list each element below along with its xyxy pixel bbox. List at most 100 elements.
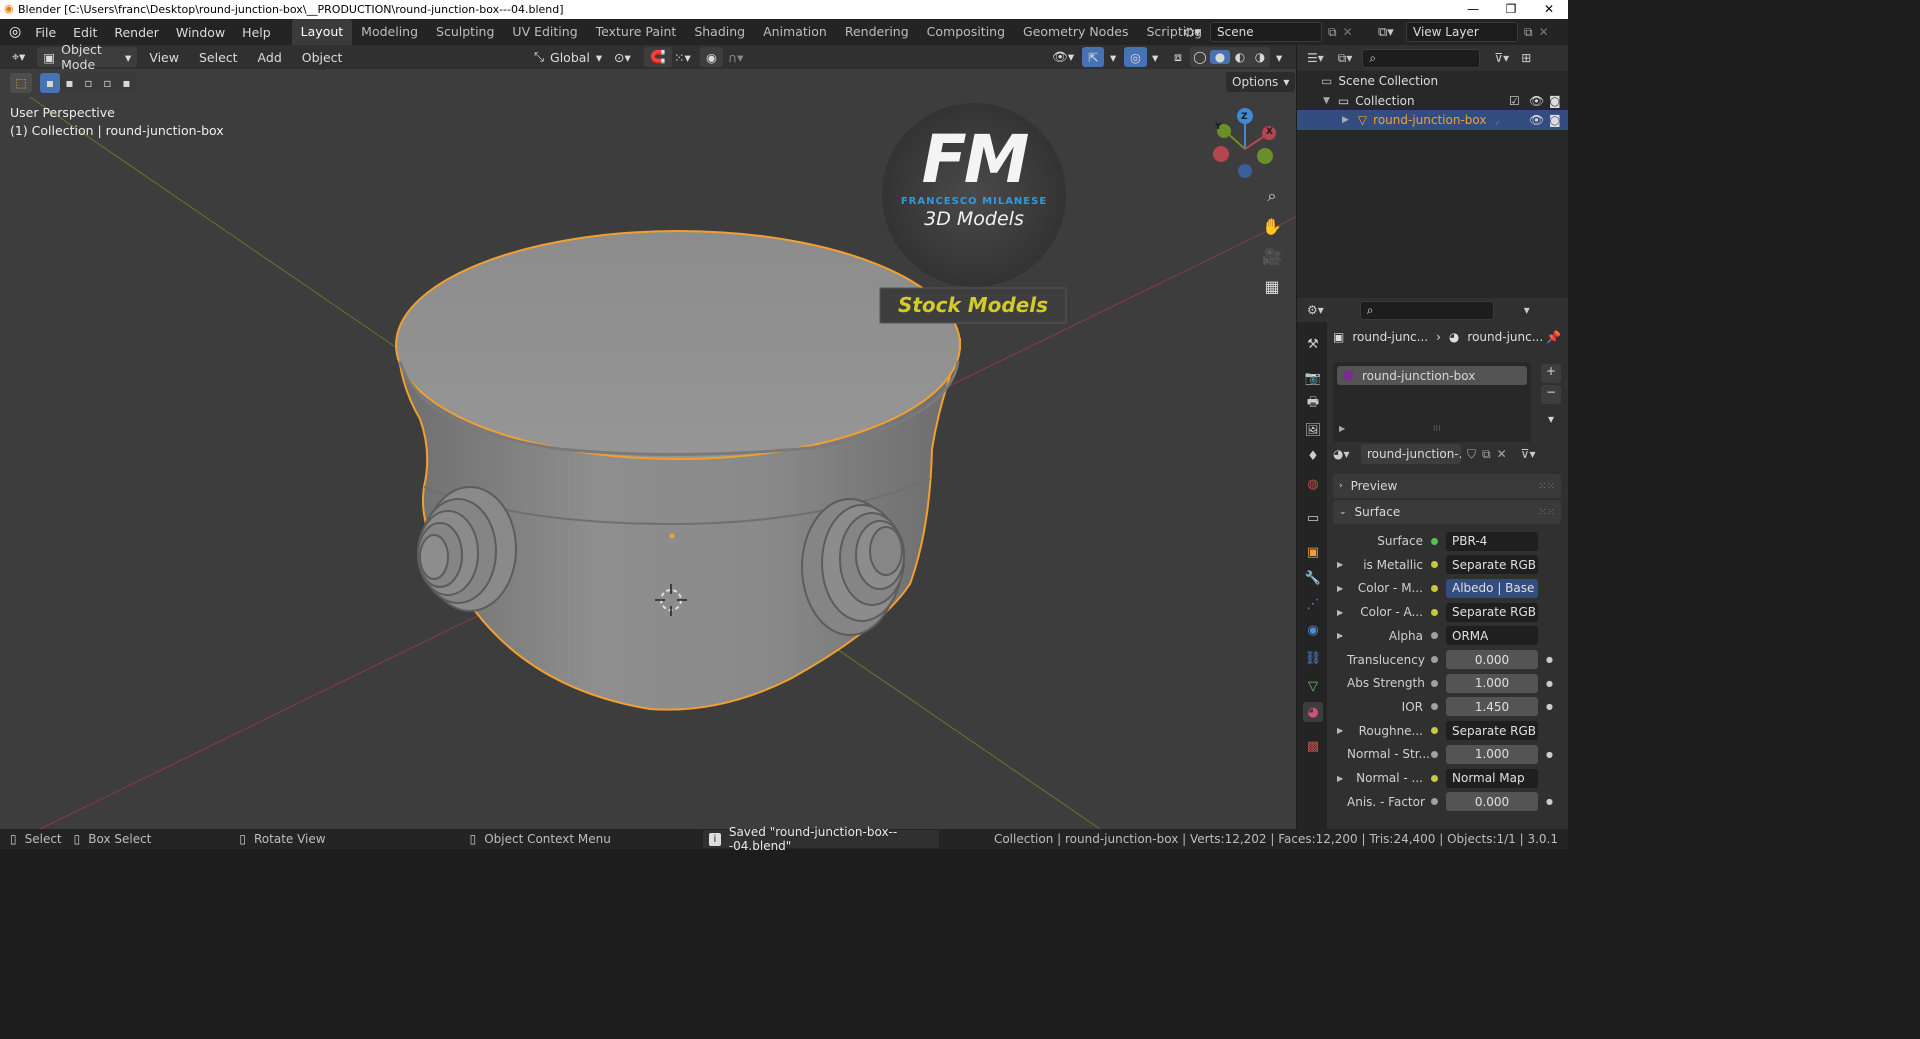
3d-viewport[interactable]: User Perspective (1) Collection | round-…	[0, 69, 1296, 829]
socket-dot-icon[interactable]	[1431, 774, 1438, 782]
visibility-button[interactable]: 👁▾	[1046, 47, 1080, 67]
overlay-dropdown[interactable]: ▾	[1146, 47, 1164, 67]
surface-panel-header[interactable]: ⌄ Surface ⁙⁙	[1333, 500, 1561, 524]
expand-input-icon[interactable]: ▶	[1337, 584, 1347, 593]
extend-selection-icon[interactable]: ▪	[60, 73, 79, 93]
drag-handle-icon[interactable]: ⁙⁙	[1538, 481, 1555, 492]
keyframe-dot-icon[interactable]: ●	[1546, 679, 1553, 688]
tab-uv-editing[interactable]: UV Editing	[503, 19, 586, 45]
expand-slot-list-icon[interactable]: ▶	[1339, 424, 1345, 433]
material-slot-list[interactable]: round-junction-box ▶ ⁝⁝⁝	[1333, 362, 1531, 442]
prop-value-field[interactable]: 0.000	[1446, 792, 1538, 812]
render-tab-icon[interactable]: 📷	[1303, 368, 1323, 388]
material-slot-item[interactable]: round-junction-box	[1337, 366, 1527, 385]
maximize-button[interactable]: ❐	[1492, 0, 1530, 19]
view-layer-icon[interactable]: ⧉▾	[1378, 25, 1406, 40]
select-tool-icon[interactable]: ⬚	[10, 73, 32, 93]
transform-orientation-dropdown[interactable]: ⤡ Global ▾	[528, 47, 608, 67]
delete-scene-icon[interactable]: ✕	[1343, 25, 1353, 39]
tab-modeling[interactable]: Modeling	[352, 19, 427, 45]
properties-options-icon[interactable]: ▾	[1524, 303, 1530, 317]
expand-input-icon[interactable]: ▶	[1337, 608, 1347, 617]
exclude-checkbox[interactable]: ☑	[1509, 94, 1520, 108]
socket-dot-icon[interactable]	[1431, 608, 1438, 616]
tab-sculpting[interactable]: Sculpting	[427, 19, 503, 45]
intersect-selection-icon[interactable]: ▪	[117, 73, 136, 93]
expand-collection-icon[interactable]: ▼	[1323, 96, 1330, 106]
display-mode-icon[interactable]: ⧉▾	[1338, 51, 1353, 66]
prop-value-field[interactable]: 1.000	[1446, 744, 1538, 764]
resize-handle-icon[interactable]: ⁝⁝⁝	[1433, 424, 1441, 433]
solid-shading-icon[interactable]: ●	[1210, 50, 1230, 64]
socket-dot-icon[interactable]	[1431, 703, 1438, 711]
gizmo-dropdown[interactable]: ▾	[1104, 47, 1122, 67]
tool-tab-icon[interactable]: ⚒	[1303, 334, 1323, 354]
prop-value-field[interactable]: 1.450	[1446, 697, 1538, 717]
render-camera-icon[interactable]: ◙	[1549, 94, 1561, 108]
outliner-search-input[interactable]: ⌕	[1362, 48, 1481, 68]
menu-object[interactable]: Object	[296, 47, 349, 67]
keyframe-dot-icon[interactable]: ●	[1546, 655, 1553, 664]
blender-menu-icon[interactable]: ◎	[9, 24, 21, 40]
filter-icon[interactable]: ⊽▾	[1494, 51, 1509, 65]
socket-dot-icon[interactable]	[1431, 679, 1438, 687]
slot-specials-button[interactable]: ▾	[1541, 412, 1561, 431]
prop-link-field[interactable]: PBR-4	[1446, 531, 1538, 551]
menu-select[interactable]: Select	[193, 47, 244, 67]
output-tab-icon[interactable]: 🖶	[1303, 394, 1323, 414]
menu-window[interactable]: Window	[176, 25, 225, 40]
surface-drag-handle-icon[interactable]: ⁙⁙	[1538, 507, 1555, 518]
material-preview-icon[interactable]: ◐	[1230, 50, 1250, 64]
preview-panel-header[interactable]: › Preview ⁙⁙	[1333, 474, 1561, 498]
new-scene-icon[interactable]: ⧉	[1328, 25, 1337, 40]
prop-value-field[interactable]: 1.000	[1446, 673, 1538, 693]
subtract-selection-icon[interactable]: ▫	[79, 73, 98, 93]
new-view-layer-icon[interactable]: ⧉	[1524, 25, 1533, 40]
save-notification[interactable]: i Saved "round-junction-box---04.blend"	[703, 825, 939, 853]
collection-tab-icon[interactable]: ▭	[1303, 508, 1323, 528]
menu-help[interactable]: Help	[242, 25, 271, 40]
physics-tab-icon[interactable]: ◉	[1303, 620, 1323, 640]
keyframe-dot-icon[interactable]: ●	[1546, 750, 1553, 759]
delete-view-layer-icon[interactable]: ✕	[1539, 25, 1549, 39]
menu-add[interactable]: Add	[252, 47, 288, 67]
expand-object-icon[interactable]: ▶	[1342, 115, 1349, 125]
socket-dot-icon[interactable]	[1431, 727, 1438, 735]
view-layer-field[interactable]: View Layer	[1406, 22, 1518, 42]
shading-dropdown[interactable]: ▾	[1270, 47, 1288, 67]
camera-view-icon[interactable]: 🎥	[1260, 244, 1284, 268]
remove-slot-button[interactable]: −	[1541, 385, 1561, 404]
expand-input-icon[interactable]: ▶	[1337, 560, 1347, 569]
tab-rendering[interactable]: Rendering	[836, 19, 918, 45]
fake-user-shield-icon[interactable]: ⛉	[1467, 447, 1476, 462]
object-visibility-icon[interactable]: 👁	[1529, 113, 1544, 127]
new-selection-icon[interactable]: ▪	[40, 73, 60, 93]
duplicate-material-icon[interactable]: ⧉	[1482, 447, 1491, 462]
outliner-editor-icon[interactable]: ☰▾	[1307, 51, 1324, 65]
menu-view[interactable]: View	[143, 47, 185, 67]
socket-dot-icon[interactable]	[1431, 561, 1438, 569]
socket-dot-icon[interactable]	[1431, 798, 1438, 806]
expand-input-icon[interactable]: ▶	[1337, 774, 1347, 783]
texture-tab-icon[interactable]: ▩	[1303, 736, 1323, 756]
tree-scene-collection[interactable]: ▭ Scene Collection	[1297, 71, 1568, 91]
keyframe-dot-icon[interactable]: ●	[1546, 702, 1553, 711]
prop-link-field[interactable]: Separate RGB	[1446, 555, 1538, 575]
tab-geometry-nodes[interactable]: Geometry Nodes	[1014, 19, 1137, 45]
prop-link-field[interactable]: Separate RGB	[1446, 721, 1538, 741]
data-tab-icon[interactable]: ▽	[1303, 676, 1323, 696]
menu-file[interactable]: File	[35, 25, 56, 40]
prop-link-field[interactable]: ORMA	[1446, 626, 1538, 646]
proportional-falloff-button[interactable]: ∩▾	[722, 47, 749, 67]
tree-object-round-junction-box[interactable]: ▶ ▽ round-junction-box ⸝ 👁 ◙	[1297, 110, 1568, 130]
properties-editor-icon[interactable]: ⚙▾	[1307, 303, 1324, 317]
socket-dot-icon[interactable]	[1431, 584, 1438, 592]
material-tab-icon[interactable]: ◕	[1303, 702, 1323, 722]
unlink-material-icon[interactable]: ✕	[1497, 447, 1507, 461]
material-link-icon[interactable]: ⊽▾	[1521, 447, 1536, 461]
editor-type-button[interactable]: ⌖▾	[6, 47, 31, 67]
expand-input-icon[interactable]: ▶	[1337, 631, 1347, 640]
scene-tab-icon[interactable]: ♦	[1303, 446, 1323, 466]
prop-link-field[interactable]: Albedo | Base C...	[1446, 578, 1538, 598]
tab-compositing[interactable]: Compositing	[918, 19, 1014, 45]
